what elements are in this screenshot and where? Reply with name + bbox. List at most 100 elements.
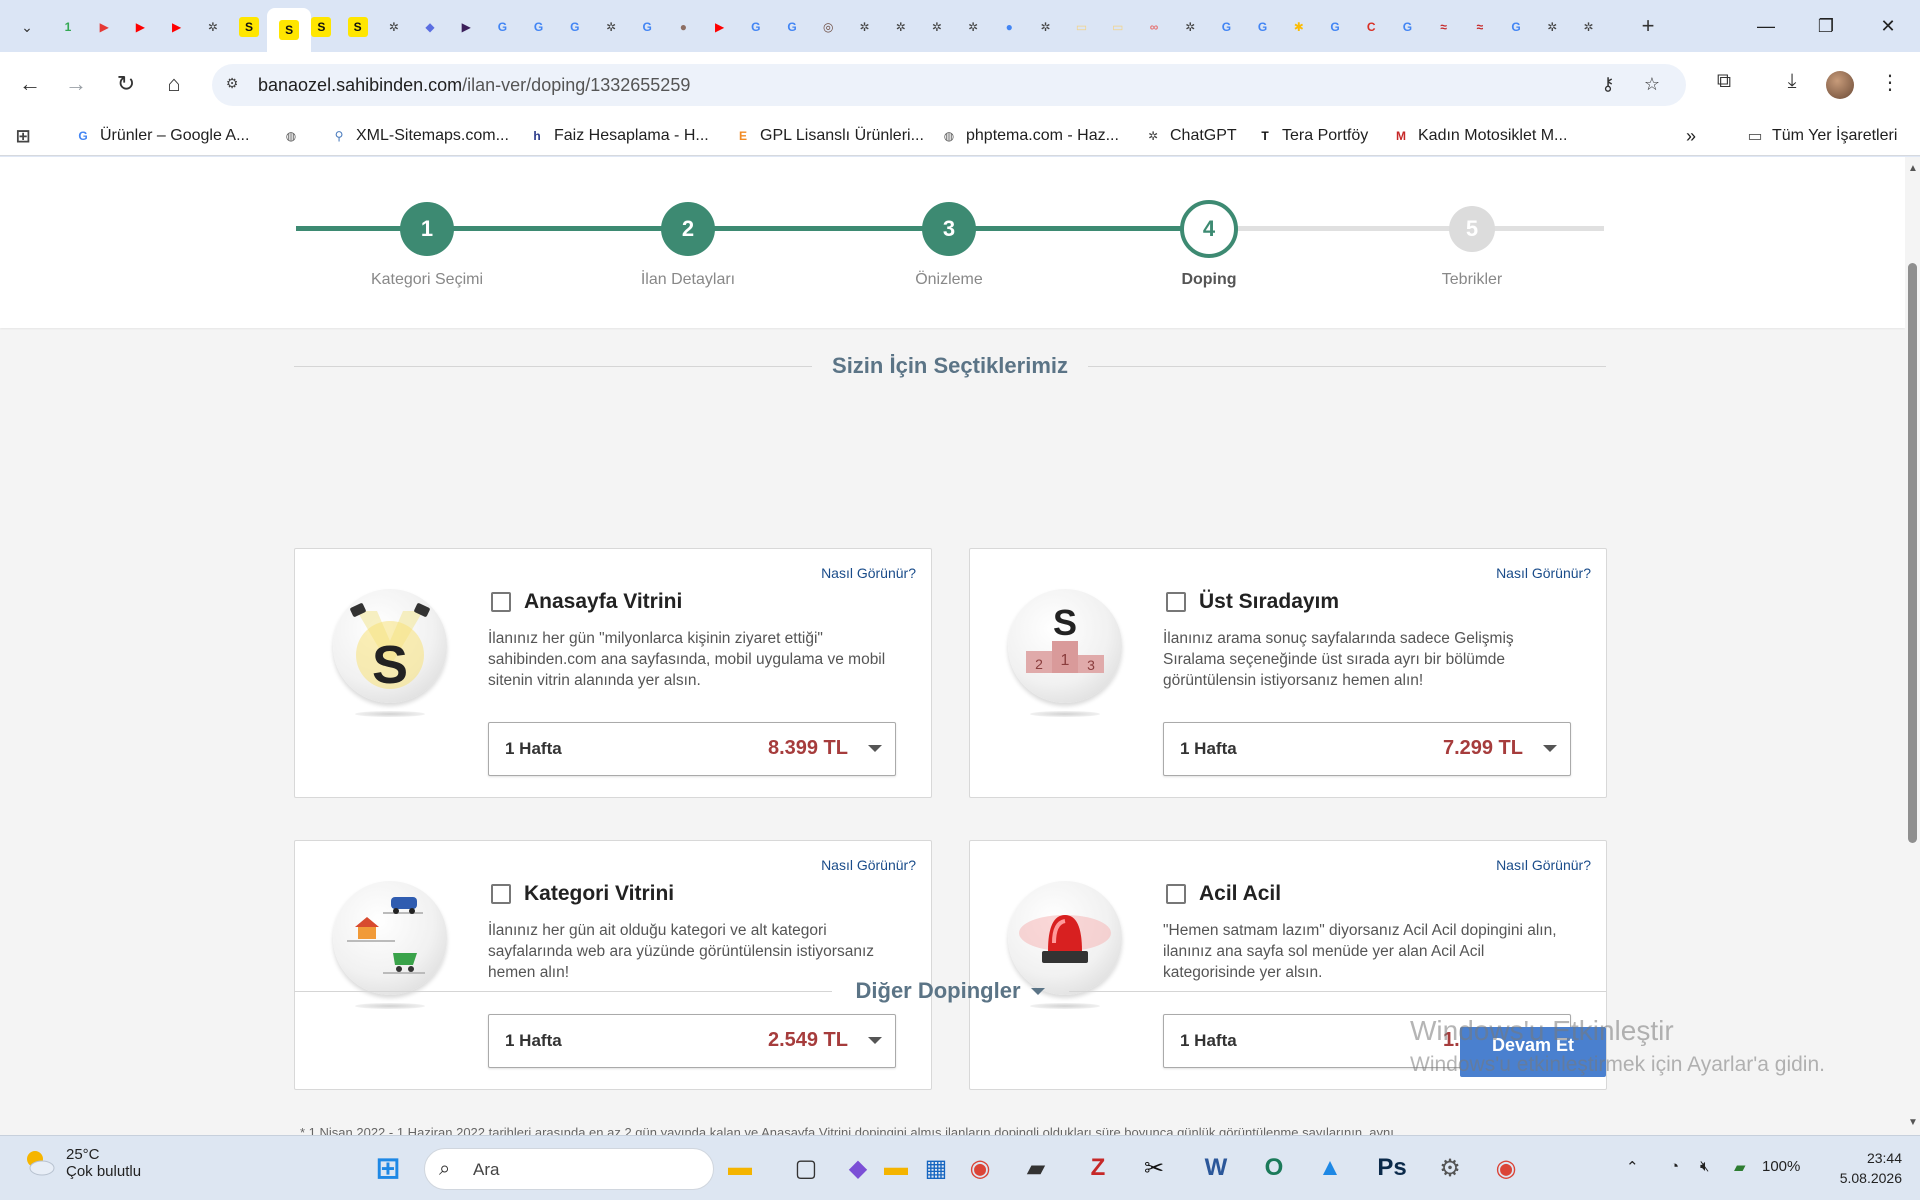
browser-tab[interactable]: ● <box>991 8 1027 46</box>
chrome-icon[interactable]: ◉ <box>1486 1148 1526 1188</box>
how-it-looks-link[interactable]: Nasıl Görünür? <box>1496 565 1591 581</box>
browser-tab[interactable]: ≈ <box>1426 8 1462 46</box>
word-icon[interactable]: W <box>1196 1148 1236 1188</box>
browser-tab[interactable]: G <box>1498 8 1534 46</box>
browser-tab[interactable]: G <box>484 8 520 46</box>
forward-button[interactable]: → <box>58 66 94 102</box>
browser-tab[interactable]: ✱ <box>1281 8 1317 46</box>
browser-tab[interactable]: G <box>521 8 557 46</box>
scroll-down-arrow-icon[interactable]: ▼ <box>1908 1117 1918 1128</box>
browser-tab[interactable]: ◆ <box>412 8 448 46</box>
doping-title[interactable]: Acil Acil <box>1199 882 1281 906</box>
profile-avatar[interactable] <box>1826 71 1854 99</box>
how-it-looks-link[interactable]: Nasıl Görünür? <box>1496 857 1591 873</box>
clock[interactable]: 23:44 5.08.2026 <box>1822 1148 1902 1188</box>
browser-tab[interactable]: ✲ <box>919 8 955 46</box>
browser-tab[interactable]: ✲ <box>376 8 412 46</box>
bookmark-item[interactable]: ✲ ChatGPT <box>1144 125 1237 147</box>
browser-tab[interactable]: ✲ <box>593 8 629 46</box>
browser-tab[interactable]: ▭ <box>1064 8 1100 46</box>
extensions-icon[interactable]: ⧉ <box>1710 70 1738 98</box>
windows-start-icon[interactable]: ⊞ <box>368 1148 408 1188</box>
browser-tab[interactable]: G <box>738 8 774 46</box>
browser-tab[interactable]: G <box>774 8 810 46</box>
reload-button[interactable]: ↻ <box>108 66 144 102</box>
site-info-icon[interactable]: ⚙ <box>222 75 242 95</box>
filezilla-icon[interactable]: Z <box>1078 1148 1118 1188</box>
doping-checkbox[interactable] <box>1166 592 1186 612</box>
browser-tab[interactable]: ✲ <box>883 8 919 46</box>
file-explorer-icon[interactable]: ▬ <box>720 1148 760 1188</box>
bookmark-item[interactable]: ◍ <box>282 125 300 147</box>
browser-tab[interactable]: 1 <box>50 8 86 46</box>
m365-icon[interactable]: ◆ <box>838 1148 878 1188</box>
browser-tab[interactable]: ▶ <box>86 8 122 46</box>
other-dopings-label[interactable]: Diğer Dopingler <box>832 978 1069 1004</box>
duration-price-select[interactable]: 1 Hafta 8.399 TL <box>488 722 896 776</box>
browser-tab[interactable]: ✲ <box>1534 8 1570 46</box>
settings-icon[interactable]: ⚙ <box>1430 1148 1470 1188</box>
bookmark-item[interactable]: E GPL Lisanslı Ürünleri... <box>734 125 924 147</box>
browser-tab[interactable]: ▶ <box>448 8 484 46</box>
bookmark-item[interactable]: G Ürünler – Google A... <box>74 125 249 147</box>
store-icon[interactable]: ▦ <box>916 1148 956 1188</box>
home-button[interactable]: ⌂ <box>156 66 192 102</box>
browser-tab[interactable]: S <box>303 8 339 46</box>
doping-checkbox[interactable] <box>1166 884 1186 904</box>
browser-tab[interactable]: C <box>1353 8 1389 46</box>
browser-tab[interactable]: ● <box>665 8 701 46</box>
doping-checkbox[interactable] <box>491 592 511 612</box>
how-it-looks-link[interactable]: Nasıl Görünür? <box>821 857 916 873</box>
scroll-up-arrow-icon[interactable]: ▲ <box>1908 163 1918 174</box>
page-scrollbar[interactable]: ▲ ▼ <box>1905 157 1920 1135</box>
bookmark-item[interactable]: T Tera Portföy <box>1256 125 1368 147</box>
doping-title[interactable]: Üst Sıradayım <box>1199 590 1339 614</box>
bookmark-star-icon[interactable]: ☆ <box>1640 74 1664 98</box>
browser-tab[interactable]: ✲ <box>955 8 991 46</box>
bookmark-item[interactable]: M Kadın Motosiklet M... <box>1392 125 1567 147</box>
battery-icon[interactable]: ▰ <box>1734 1158 1746 1176</box>
browser-tab[interactable]: G <box>1245 8 1281 46</box>
weather-widget[interactable]: 25°C Çok bulutlu <box>22 1146 141 1180</box>
doping-checkbox[interactable] <box>491 884 511 904</box>
taskbar-search[interactable]: ⌕ Ara <box>424 1148 714 1190</box>
more-bookmarks-chevron-icon[interactable]: » <box>1686 125 1696 147</box>
wifi-icon[interactable]: ◔ <box>1670 1158 1679 1175</box>
address-bar[interactable]: ⚙ banaozel.sahibinden.com/ilan-ver/dopin… <box>212 64 1686 106</box>
volume-muted-icon[interactable]: 🔇︎ <box>1700 1158 1709 1175</box>
browser-tab[interactable]: ▶ <box>702 8 738 46</box>
browser-tab[interactable]: ▭ <box>1100 8 1136 46</box>
browser-tab[interactable]: ✲ <box>846 8 882 46</box>
bookmark-item[interactable]: h Faiz Hesaplama - H... <box>528 125 708 147</box>
task-view-icon[interactable]: ▢ <box>786 1148 826 1188</box>
downloads-icon[interactable]: ⤓ <box>1778 70 1806 98</box>
photoshop-icon[interactable]: Ps <box>1372 1148 1412 1188</box>
browser-tab[interactable]: G <box>1389 8 1425 46</box>
browser-tab[interactable]: ✲ <box>1027 8 1063 46</box>
tray-chevron-icon[interactable]: ⌃ <box>1626 1158 1639 1176</box>
notes-icon[interactable]: ▰ <box>1016 1148 1056 1188</box>
browser-tab[interactable]: ✲ <box>1570 8 1606 46</box>
browser-tab[interactable]: ▶ <box>159 8 195 46</box>
all-bookmarks-folder[interactable]: ▭ Tüm Yer İşaretleri <box>1746 125 1897 147</box>
doping-title[interactable]: Kategori Vitrini <box>524 882 674 906</box>
browser-tab[interactable]: ✲ <box>195 8 231 46</box>
browser-tab[interactable]: G <box>557 8 593 46</box>
duration-price-select[interactable]: 1 Hafta 7.299 TL <box>1163 722 1571 776</box>
browser-tab[interactable]: ◎ <box>810 8 846 46</box>
how-it-looks-link[interactable]: Nasıl Görünür? <box>821 565 916 581</box>
menu-kebab-icon[interactable]: ⋮ <box>1876 70 1904 98</box>
browser-tab[interactable]: ≈ <box>1462 8 1498 46</box>
browser-tab[interactable]: S <box>340 8 376 46</box>
browser-tab[interactable]: S <box>231 8 267 46</box>
folder-icon[interactable]: ▬ <box>876 1148 916 1188</box>
minimize-button[interactable]: — <box>1746 8 1786 44</box>
continue-button[interactable]: Devam Et <box>1460 1027 1606 1077</box>
doping-title[interactable]: Anasayfa Vitrini <box>524 590 682 614</box>
browser-tab[interactable]: G <box>1317 8 1353 46</box>
browser-tab[interactable]: ∞ <box>1136 8 1172 46</box>
password-key-icon[interactable]: ⚷ <box>1596 74 1620 98</box>
capcut-icon[interactable]: ✂ <box>1134 1148 1174 1188</box>
new-tab-button[interactable]: + <box>1634 12 1662 40</box>
browser-tab[interactable]: ✲ <box>1172 8 1208 46</box>
